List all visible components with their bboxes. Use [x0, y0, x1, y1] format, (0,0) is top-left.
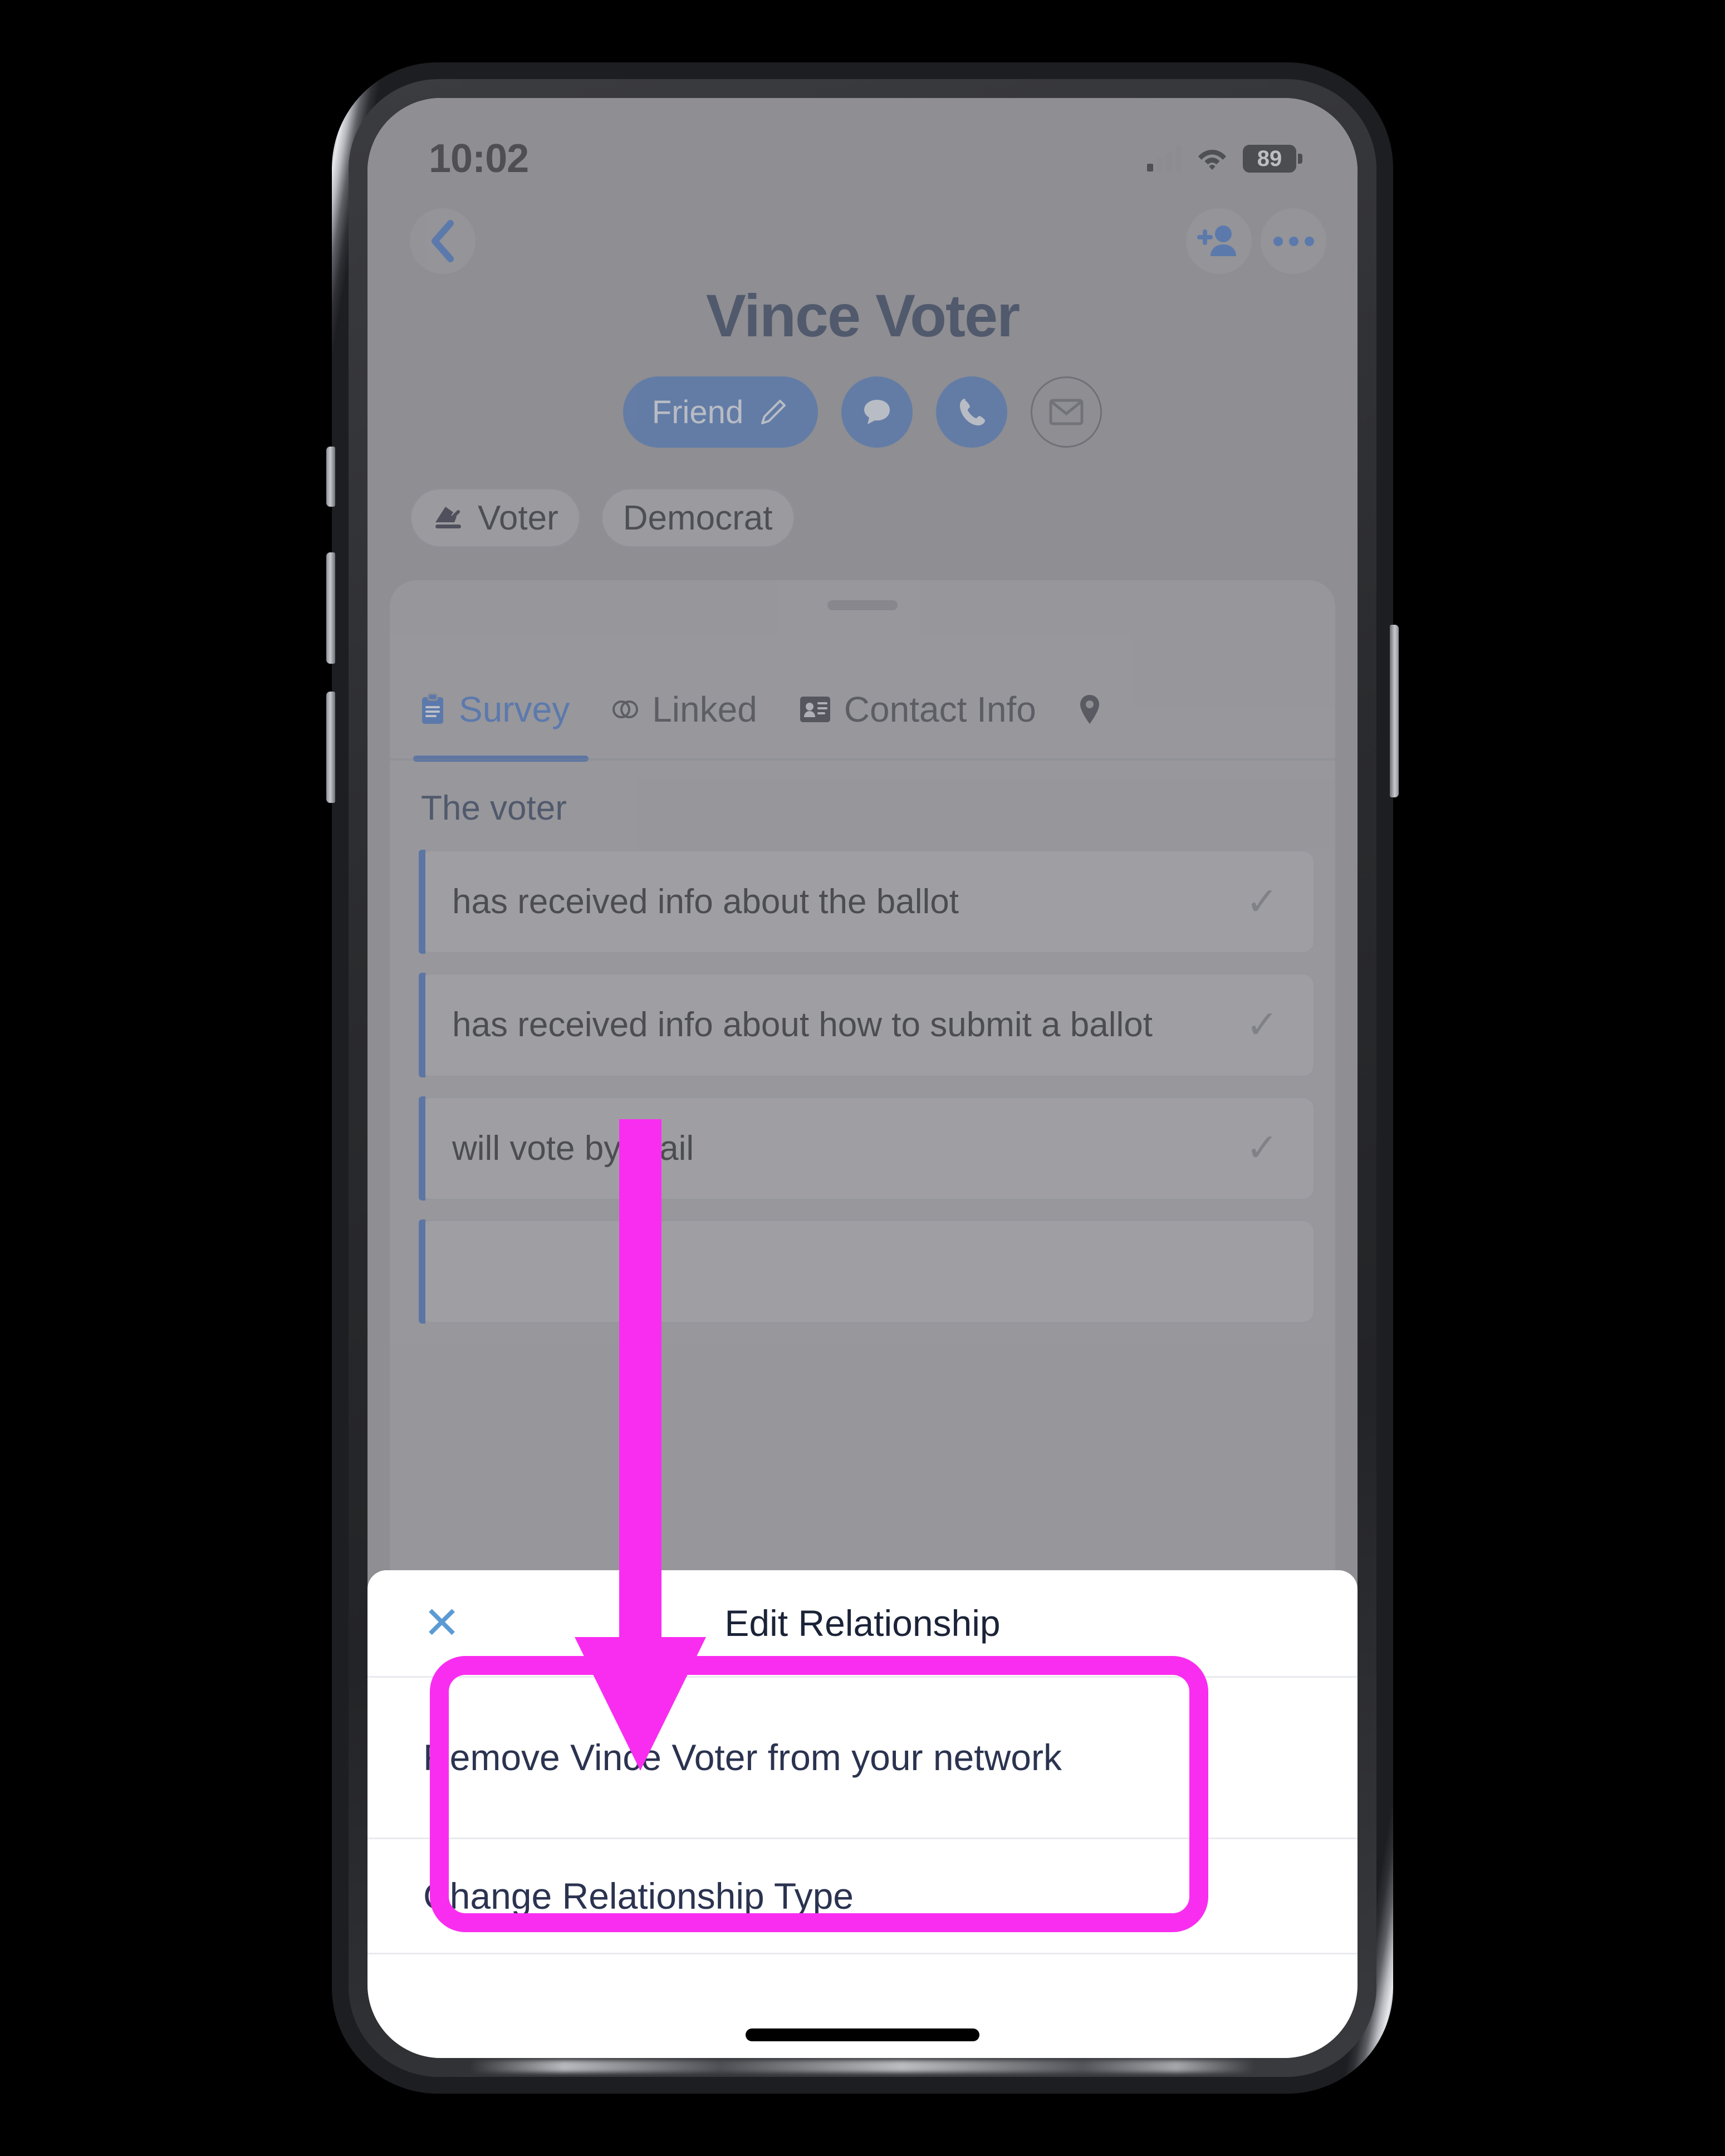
tab-survey[interactable]: Survey [413, 657, 589, 762]
profile-tags-row: Voter Democrat [410, 488, 795, 548]
profile-actions-row: Friend [367, 376, 1358, 448]
silent-switch-button[interactable] [326, 447, 335, 507]
clipboard-icon [422, 693, 443, 724]
survey-section-title: The voter [421, 789, 567, 827]
survey-question-card-partial[interactable] [419, 1219, 1315, 1324]
tag-label: Voter [478, 498, 558, 537]
message-button[interactable] [841, 376, 913, 448]
volume-down-button[interactable] [326, 692, 335, 803]
more-horizontal-icon [1304, 236, 1314, 246]
home-indicator[interactable] [746, 2028, 979, 2041]
survey-question-text: will vote by mail [452, 1129, 694, 1168]
contact-card-icon [800, 697, 830, 722]
menu-item-change-relationship-type[interactable]: Change Relationship Type [367, 1837, 1358, 1954]
link-icon [612, 700, 639, 718]
tab-bar: Survey Linked Contact Info [390, 657, 1335, 762]
email-button[interactable] [1031, 376, 1102, 448]
check-icon: ✓ [1246, 879, 1278, 923]
tab-location[interactable] [1077, 657, 1114, 762]
survey-question-card[interactable]: has received info about the ballot ✓ [419, 850, 1315, 954]
sheet-header: ✕ Edit Relationship [367, 1570, 1358, 1676]
tab-label: Linked [652, 689, 757, 729]
menu-item-label: Remove Vince Voter from your network [423, 1737, 1062, 1778]
menu-item-label: Change Relationship Type [423, 1875, 854, 1917]
phone-frame-shine [469, 2060, 1256, 2072]
menu-item-remove-from-network[interactable]: Remove Vince Voter from your network [367, 1676, 1358, 1837]
page-title: Vince Voter [705, 282, 1020, 349]
tab-contact-info[interactable]: Contact Info [798, 657, 1036, 762]
chevron-left-icon [432, 220, 454, 262]
survey-question-list: has received info about the ballot ✓ has… [419, 850, 1315, 1342]
call-button[interactable] [936, 376, 1008, 448]
survey-question-card[interactable]: has received info about how to submit a … [419, 973, 1315, 1078]
envelope-icon [1049, 399, 1084, 425]
more-options-button[interactable] [1261, 208, 1326, 274]
tab-linked[interactable]: Linked [611, 657, 757, 762]
wifi-icon [1196, 146, 1228, 171]
survey-question-card[interactable]: will vote by mail ✓ [419, 1096, 1315, 1201]
power-button[interactable] [1390, 625, 1399, 797]
tag-democrat[interactable]: Democrat [600, 488, 795, 548]
add-person-button[interactable] [1186, 208, 1252, 274]
tab-label: Contact Info [844, 689, 1036, 729]
cellular-bars-icon [1147, 146, 1182, 171]
relationship-chip-label: Friend [651, 394, 744, 430]
map-pin-icon [1080, 695, 1099, 724]
tab-divider [390, 758, 1335, 761]
more-horizontal-icon [1273, 236, 1283, 246]
add-person-icon [1197, 226, 1236, 256]
battery-percent-label: 89 [1257, 146, 1282, 171]
back-button[interactable] [410, 208, 476, 274]
edit-relationship-sheet: ✕ Edit Relationship Remove Vince Voter f… [367, 1570, 1358, 2058]
survey-question-text: has received info about the ballot [452, 883, 959, 921]
tag-voter[interactable]: Voter [410, 488, 581, 548]
relationship-chip[interactable]: Friend [623, 376, 819, 448]
status-bar: 10:02 89 [367, 128, 1358, 189]
sheet-title: Edit Relationship [724, 1603, 1001, 1644]
pencil-icon [761, 400, 786, 424]
check-icon: ✓ [1246, 1126, 1278, 1170]
phone-screen: 10:02 89 Vince Voter Friend Voter Democr… [367, 98, 1358, 2058]
status-time: 10:02 [429, 136, 529, 181]
check-icon: ✓ [1246, 1003, 1278, 1047]
more-horizontal-icon [1288, 236, 1298, 246]
phone-device-frame: 10:02 89 Vince Voter Friend Voter Democr… [326, 62, 1399, 2094]
sheet-drag-handle[interactable] [827, 600, 898, 610]
tag-label: Democrat [623, 498, 773, 537]
phone-icon [960, 399, 986, 425]
survey-question-text: has received info about how to submit a … [452, 1006, 1153, 1045]
volume-up-button[interactable] [326, 552, 335, 664]
battery-icon: 89 [1243, 145, 1302, 173]
nav-bar [367, 204, 1358, 276]
chat-bubble-icon [864, 400, 890, 424]
status-indicators: 89 [1147, 145, 1302, 173]
ballot-box-icon [435, 507, 461, 528]
tab-label: Survey [459, 689, 570, 729]
